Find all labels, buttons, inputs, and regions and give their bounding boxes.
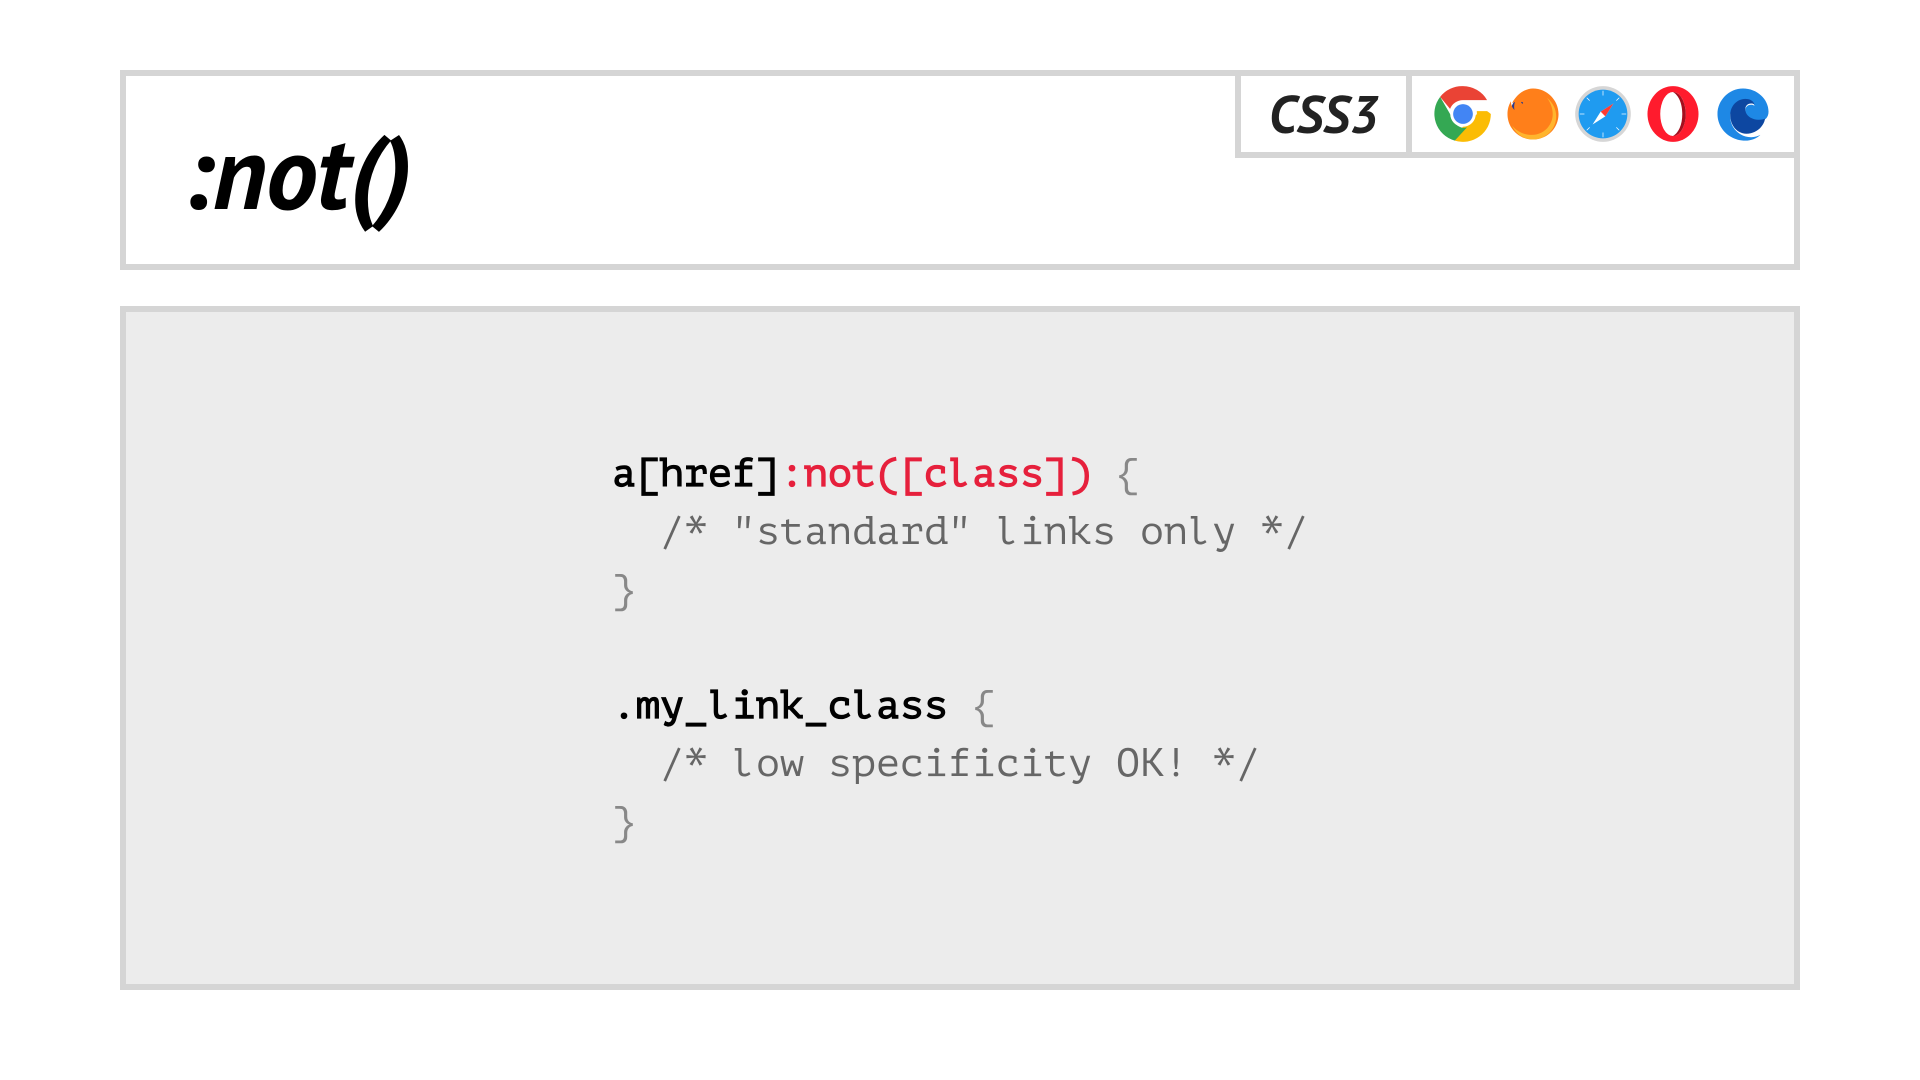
code-brace-open: {	[1092, 452, 1140, 496]
spec-cell: CSS3	[1235, 76, 1406, 158]
firefox-icon	[1504, 85, 1562, 143]
safari-icon	[1574, 85, 1632, 143]
spec-label: CSS3	[1269, 81, 1378, 148]
code-comment: /* low specificity OK! */	[612, 742, 1260, 786]
edge-icon	[1714, 85, 1772, 143]
title-region: :not()	[126, 76, 1235, 264]
code-selector-prefix: a[href]	[612, 452, 780, 496]
opera-icon	[1644, 85, 1702, 143]
slide: :not() CSS3	[0, 0, 1920, 1080]
code-comment: /* "standard" links only */	[612, 510, 1308, 554]
code-selector: .my_link_class	[612, 684, 948, 728]
code-block: a[href]:not([class]) { /* "standard" lin…	[612, 445, 1308, 851]
browser-support-cell	[1406, 76, 1794, 158]
code-brace-close: }	[612, 568, 636, 612]
slide-title: :not()	[181, 103, 411, 238]
chrome-icon	[1434, 85, 1492, 143]
code-panel: a[href]:not([class]) { /* "standard" lin…	[120, 306, 1800, 990]
code-brace-close: }	[612, 800, 636, 844]
code-brace-open: {	[948, 684, 996, 728]
code-selector-not: :not([class])	[780, 452, 1092, 496]
slide-header: :not() CSS3	[120, 70, 1800, 270]
